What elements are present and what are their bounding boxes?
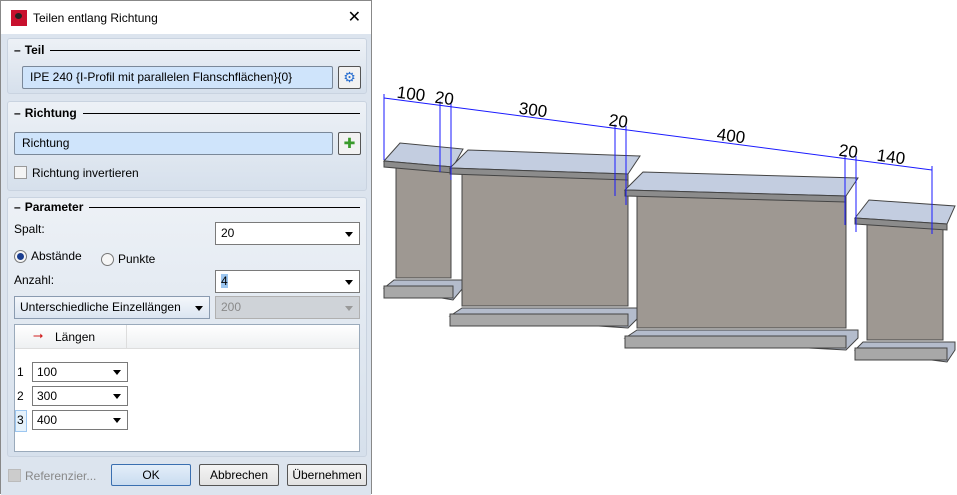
beam-bottom-flange-side	[854, 347, 948, 361]
beam-bottom-flange-side	[383, 285, 454, 299]
beam-web	[636, 193, 847, 329]
3d-viewport[interactable]: 100 20 300 20 400 20 140	[0, 0, 957, 494]
dimension-label: 20	[838, 141, 859, 162]
dimension-label: 20	[608, 111, 629, 132]
dimension-label: 100	[396, 83, 427, 106]
beam-bottom-flange-side	[624, 335, 847, 349]
dimension-label: 20	[434, 88, 455, 109]
beam-web	[395, 164, 452, 279]
dimension-label: 300	[518, 99, 549, 122]
beam-web	[866, 221, 944, 341]
dimension-label: 140	[876, 146, 907, 169]
dimension-label: 400	[716, 125, 747, 148]
beam-bottom-flange-side	[449, 313, 629, 327]
beam-web	[461, 171, 629, 307]
